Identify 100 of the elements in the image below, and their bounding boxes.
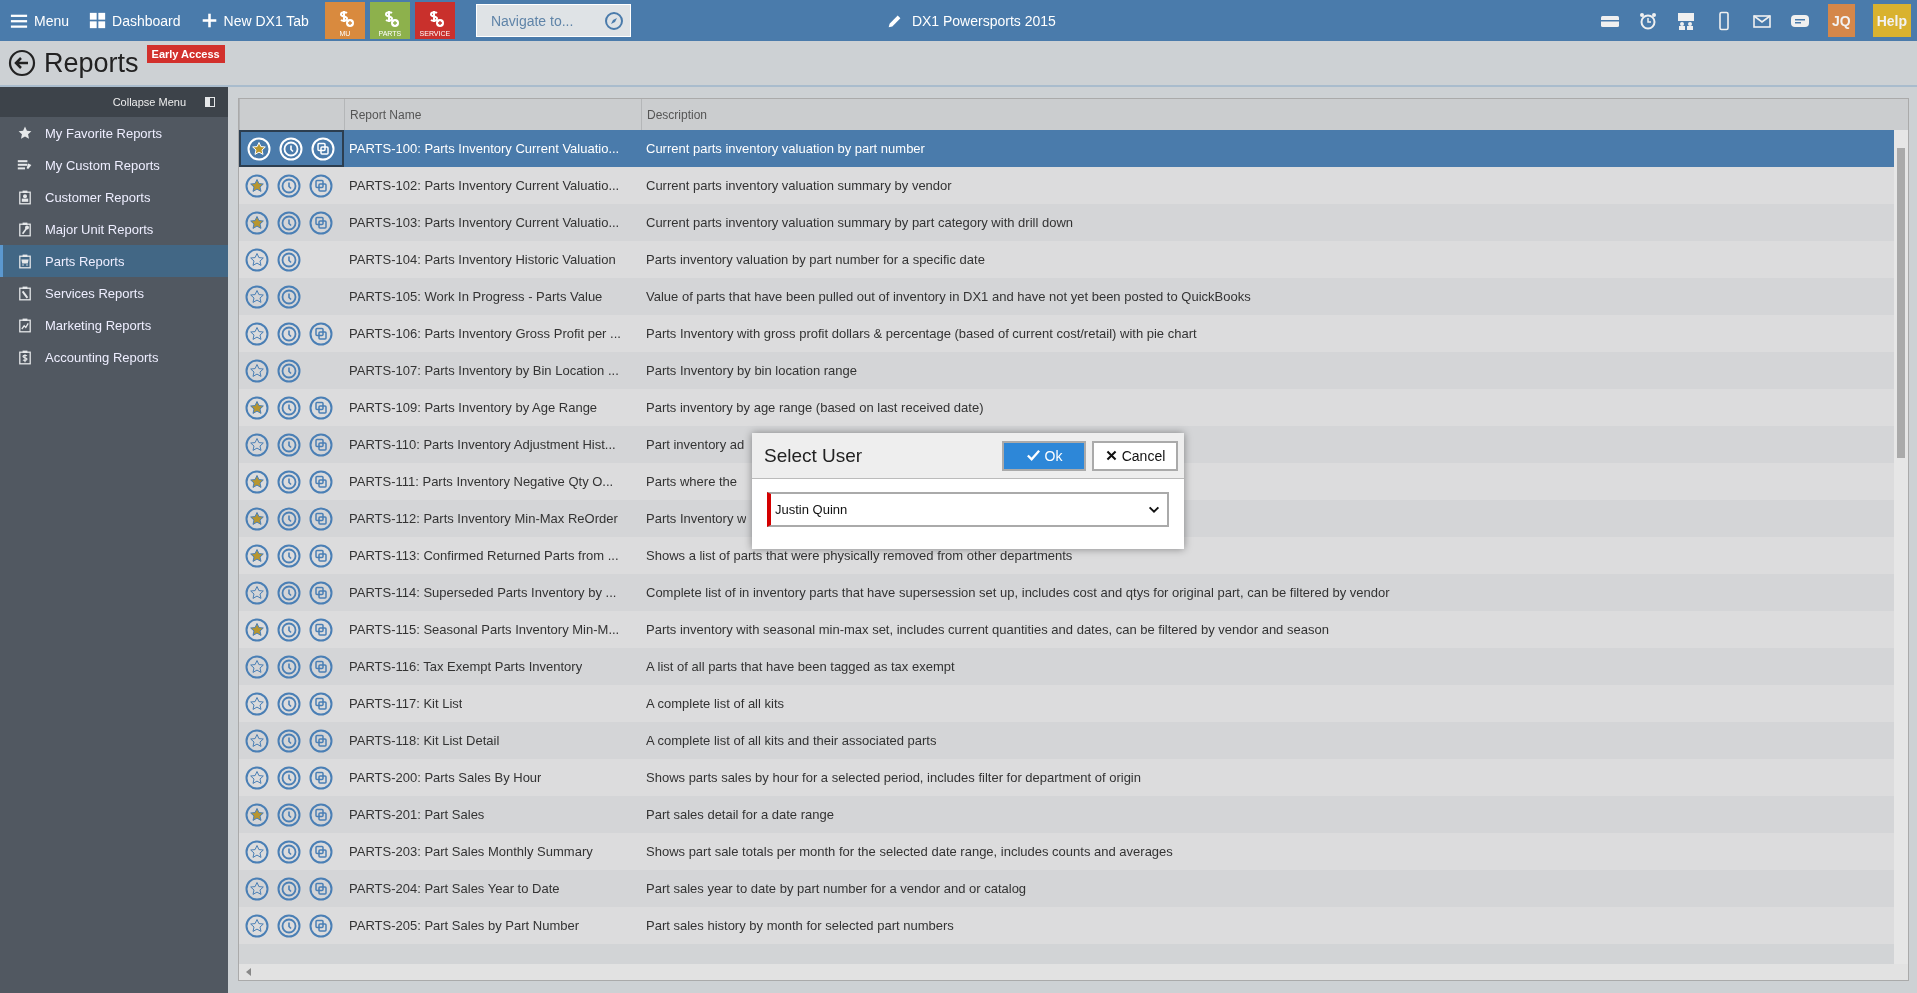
schedule-button[interactable] (277, 839, 301, 864)
schedule-button[interactable] (277, 210, 301, 235)
navigate-field[interactable]: Navigate to... (475, 4, 631, 37)
copy-button[interactable] (309, 876, 333, 901)
favorite-button[interactable] (245, 617, 269, 642)
copy-button[interactable] (309, 432, 333, 457)
sidebar-item[interactable]: Customer Reports (0, 181, 228, 213)
schedule-button[interactable] (277, 802, 301, 827)
schedule-button[interactable] (277, 395, 301, 420)
table-row[interactable]: PARTS-104: Parts Inventory Historic Valuation Parts inventory valuation by part number for a specific date (239, 241, 1894, 278)
copy-button[interactable] (309, 728, 333, 753)
schedule-button[interactable] (277, 876, 301, 901)
schedule-button[interactable] (277, 321, 301, 346)
copy-button[interactable] (309, 839, 333, 864)
copy-button[interactable] (309, 321, 333, 346)
table-row[interactable]: PARTS-115: Seasonal Parts Inventory Min-M... Parts inventory with seasonal min-max set, includes current quantities and dates, can be filtered by vendor and season (239, 611, 1894, 648)
favorite-button[interactable] (245, 839, 269, 864)
table-row[interactable]: PARTS-109: Parts Inventory by Age Range Parts inventory by age range (based on last received date) (239, 389, 1894, 426)
horizontal-scrollbar[interactable] (239, 964, 1908, 980)
schedule-button[interactable] (277, 469, 301, 494)
copy-button[interactable] (309, 617, 333, 642)
user-dropdown[interactable]: Justin Quinn (767, 492, 1169, 527)
favorite-button[interactable] (245, 247, 269, 272)
clipboard-icon (17, 317, 33, 333)
copy-button[interactable] (309, 802, 333, 827)
copy-button[interactable] (309, 469, 333, 494)
schedule-button[interactable] (277, 913, 301, 938)
favorite-button[interactable] (245, 543, 269, 568)
back-button[interactable] (8, 49, 36, 77)
ok-button[interactable]: Ok (1002, 440, 1086, 471)
favorite-button[interactable] (245, 580, 269, 605)
schedule-button[interactable] (277, 358, 301, 383)
report-name-cell: PARTS-115: Seasonal Parts Inventory Min-M... (349, 622, 620, 637)
schedule-button[interactable] (277, 765, 301, 790)
copy-button[interactable] (309, 765, 333, 790)
clock-icon (277, 728, 301, 753)
favorite-button[interactable] (245, 802, 269, 827)
favorite-button[interactable] (245, 432, 269, 457)
sidebar-item[interactable]: My Custom Reports (0, 149, 228, 181)
copy-button[interactable] (309, 691, 333, 716)
copy-button[interactable] (309, 210, 333, 235)
clipboard-icon (17, 221, 33, 237)
sidebar-item[interactable]: Parts Reports (0, 245, 228, 277)
favorite-button[interactable] (245, 284, 269, 309)
copy-button[interactable] (309, 506, 333, 531)
favorite-button[interactable] (245, 876, 269, 901)
schedule-button[interactable] (277, 654, 301, 679)
copy-button[interactable] (309, 654, 333, 679)
sidebar-item[interactable]: Major Unit Reports (0, 213, 228, 245)
favorite-button[interactable] (245, 395, 269, 420)
sidebar-item[interactable]: Accounting Reports (0, 341, 228, 373)
sidebar-item[interactable]: My Favorite Reports (0, 117, 228, 149)
schedule-button[interactable] (277, 173, 301, 198)
favorite-button[interactable] (245, 210, 269, 235)
favorite-button[interactable] (245, 321, 269, 346)
collapse-menu-link[interactable]: Collapse Menu (112, 96, 186, 108)
schedule-button[interactable] (277, 284, 301, 309)
cancel-button[interactable]: Cancel (1092, 440, 1178, 471)
favorite-button[interactable] (245, 469, 269, 494)
schedule-button[interactable] (277, 247, 301, 272)
favorite-button[interactable] (245, 913, 269, 938)
table-row[interactable]: PARTS-200: Parts Sales By Hour Shows parts sales by hour for a selected period, includes filter for department of origin (239, 759, 1894, 796)
schedule-button[interactable] (277, 617, 301, 642)
clock-icon (277, 802, 301, 827)
copy-button[interactable] (309, 580, 333, 605)
favorite-button[interactable] (245, 765, 269, 790)
table-row[interactable]: PARTS-205: Part Sales by Part Number Part sales history by month for selected part numbers (239, 907, 1894, 944)
schedule-button[interactable] (277, 543, 301, 568)
description-cell: Complete list of in inventory parts that have supersession set up, includes cost and qtys for original part, can be filtered by vendor (646, 585, 1390, 600)
copy-button[interactable] (309, 913, 333, 938)
copy-button[interactable] (309, 395, 333, 420)
table-row[interactable]: PARTS-117: Kit List A complete list of all kits (239, 685, 1894, 722)
star-outline-icon (245, 876, 269, 901)
table-row[interactable]: PARTS-113: Confirmed Returned Parts from ... Shows a list of parts that were physically removed from other departments (239, 537, 1894, 574)
favorite-button[interactable] (245, 654, 269, 679)
sidebar-item[interactable]: Marketing Reports (0, 309, 228, 341)
menu-button[interactable]: Menu (0, 0, 80, 41)
schedule-button[interactable] (277, 580, 301, 605)
dashboard-button[interactable]: Dashboard (79, 0, 191, 41)
copy-icon (309, 876, 333, 901)
schedule-button[interactable] (277, 432, 301, 457)
favorite-button[interactable] (245, 728, 269, 753)
table-row[interactable]: PARTS-102: Parts Inventory Current Valuatio... Current parts inventory valuation summary by vendor (239, 167, 1894, 204)
copy-button[interactable] (309, 173, 333, 198)
table-row[interactable]: PARTS-106: Parts Inventory Gross Profit per ... Parts Inventory with gross profit dollars & percentage (based of current cost/retail) with pie chart (239, 315, 1894, 352)
schedule-button[interactable] (277, 506, 301, 531)
sidebar-item[interactable]: Services Reports (0, 277, 228, 309)
favorite-button[interactable] (245, 358, 269, 383)
table-row[interactable]: PARTS-203: Part Sales Monthly Summary Shows part sale totals per month for the selected date range, includes counts and averages (239, 833, 1894, 870)
favorite-button[interactable] (245, 506, 269, 531)
schedule-button[interactable] (277, 728, 301, 753)
vertical-scrollbar[interactable] (1894, 130, 1908, 964)
favorite-button[interactable] (245, 173, 269, 198)
report-name-cell: PARTS-100: Parts Inventory Current Valuatio... (349, 141, 620, 156)
copy-button[interactable] (309, 543, 333, 568)
clock-icon (277, 691, 301, 716)
favorite-button[interactable] (245, 691, 269, 716)
schedule-button[interactable] (277, 691, 301, 716)
new-tab-button[interactable]: New DX1 Tab (190, 0, 319, 41)
check-icon (1025, 448, 1041, 463)
